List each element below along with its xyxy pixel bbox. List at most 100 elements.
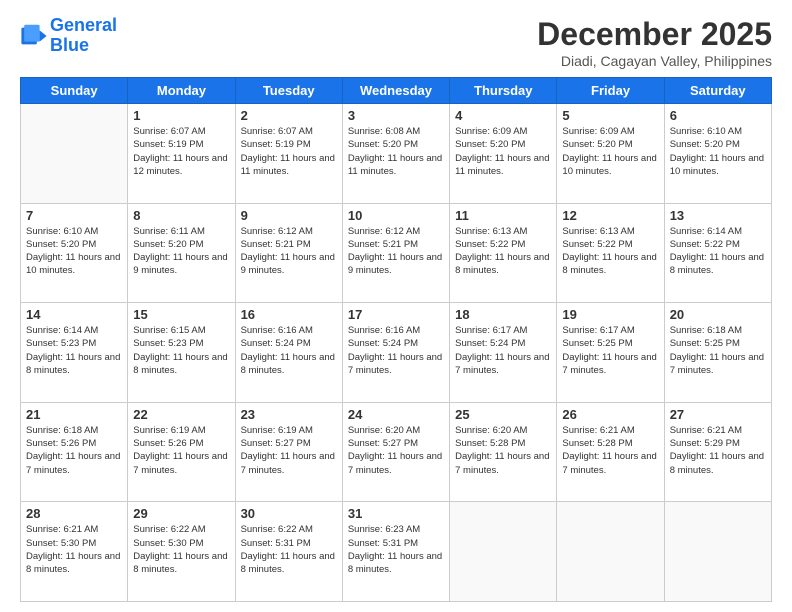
day-number: 11: [455, 208, 551, 223]
day-number: 17: [348, 307, 444, 322]
logo-line1: General: [50, 15, 117, 35]
day-info: Sunrise: 6:16 AM Sunset: 5:24 PM Dayligh…: [241, 324, 337, 377]
logo-line2: Blue: [50, 35, 89, 55]
day-cell: 14 Sunrise: 6:14 AM Sunset: 5:23 PM Dayli…: [21, 303, 128, 403]
day-info: Sunrise: 6:12 AM Sunset: 5:21 PM Dayligh…: [241, 225, 337, 278]
day-cell: 7 Sunrise: 6:10 AM Sunset: 5:20 PM Daylig…: [21, 203, 128, 303]
day-number: 18: [455, 307, 551, 322]
week-row-4: 28 Sunrise: 6:21 AM Sunset: 5:30 PM Dayli…: [21, 502, 772, 602]
day-cell: 18Sunrise: 6:17 AM Sunset: 5:24 PM Dayli…: [450, 303, 557, 403]
day-number: 14: [26, 307, 122, 322]
day-info: Sunrise: 6:18 AM Sunset: 5:25 PM Dayligh…: [670, 324, 766, 377]
calendar-table: SundayMondayTuesdayWednesdayThursdayFrid…: [20, 77, 772, 602]
day-info: Sunrise: 6:10 AM Sunset: 5:20 PM Dayligh…: [26, 225, 122, 278]
day-cell: 5 Sunrise: 6:09 AM Sunset: 5:20 PM Daylig…: [557, 104, 664, 204]
day-number: 9: [241, 208, 337, 223]
day-info: Sunrise: 6:09 AM Sunset: 5:20 PM Dayligh…: [562, 125, 658, 178]
day-info: Sunrise: 6:17 AM Sunset: 5:25 PM Dayligh…: [562, 324, 658, 377]
day-info: Sunrise: 6:07 AM Sunset: 5:19 PM Dayligh…: [241, 125, 337, 178]
day-cell: 19 Sunrise: 6:17 AM Sunset: 5:25 PM Dayli…: [557, 303, 664, 403]
day-number: 15: [133, 307, 229, 322]
day-info: Sunrise: 6:08 AM Sunset: 5:20 PM Dayligh…: [348, 125, 444, 178]
day-cell: 29 Sunrise: 6:22 AM Sunset: 5:30 PM Dayli…: [128, 502, 235, 602]
page: General Blue December 2025 Diadi, Cagaya…: [0, 0, 792, 612]
day-info: Sunrise: 6:19 AM Sunset: 5:26 PM Dayligh…: [133, 424, 229, 477]
day-number: 8: [133, 208, 229, 223]
day-header-saturday: Saturday: [664, 78, 771, 104]
main-title: December 2025: [537, 16, 772, 53]
day-cell: 24 Sunrise: 6:20 AM Sunset: 5:27 PM Dayli…: [342, 402, 449, 502]
day-number: 21: [26, 407, 122, 422]
day-cell: 17 Sunrise: 6:16 AM Sunset: 5:24 PM Dayli…: [342, 303, 449, 403]
day-header-friday: Friday: [557, 78, 664, 104]
day-number: 23: [241, 407, 337, 422]
day-number: 24: [348, 407, 444, 422]
week-row-2: 14 Sunrise: 6:14 AM Sunset: 5:23 PM Dayli…: [21, 303, 772, 403]
day-number: 7: [26, 208, 122, 223]
day-info: Sunrise: 6:10 AM Sunset: 5:20 PM Dayligh…: [670, 125, 766, 178]
day-cell: 31Sunrise: 6:23 AM Sunset: 5:31 PM Dayli…: [342, 502, 449, 602]
day-cell: 22 Sunrise: 6:19 AM Sunset: 5:26 PM Dayli…: [128, 402, 235, 502]
day-cell: 11 Sunrise: 6:13 AM Sunset: 5:22 PM Dayli…: [450, 203, 557, 303]
day-info: Sunrise: 6:16 AM Sunset: 5:24 PM Dayligh…: [348, 324, 444, 377]
day-header-monday: Monday: [128, 78, 235, 104]
day-number: 25: [455, 407, 551, 422]
day-cell: 23 Sunrise: 6:19 AM Sunset: 5:27 PM Dayli…: [235, 402, 342, 502]
day-number: 6: [670, 108, 766, 123]
day-number: 10: [348, 208, 444, 223]
day-info: Sunrise: 6:21 AM Sunset: 5:28 PM Dayligh…: [562, 424, 658, 477]
day-number: 29: [133, 506, 229, 521]
day-cell: 6 Sunrise: 6:10 AM Sunset: 5:20 PM Daylig…: [664, 104, 771, 204]
day-cell: 3 Sunrise: 6:08 AM Sunset: 5:20 PM Daylig…: [342, 104, 449, 204]
day-number: 3: [348, 108, 444, 123]
day-info: Sunrise: 6:20 AM Sunset: 5:27 PM Dayligh…: [348, 424, 444, 477]
day-cell: [664, 502, 771, 602]
day-number: 4: [455, 108, 551, 123]
week-row-1: 7 Sunrise: 6:10 AM Sunset: 5:20 PM Daylig…: [21, 203, 772, 303]
day-info: Sunrise: 6:13 AM Sunset: 5:22 PM Dayligh…: [455, 225, 551, 278]
day-number: 22: [133, 407, 229, 422]
day-info: Sunrise: 6:09 AM Sunset: 5:20 PM Dayligh…: [455, 125, 551, 178]
day-info: Sunrise: 6:13 AM Sunset: 5:22 PM Dayligh…: [562, 225, 658, 278]
logo: General Blue: [20, 16, 117, 56]
day-info: Sunrise: 6:21 AM Sunset: 5:30 PM Dayligh…: [26, 523, 122, 576]
logo-text: General Blue: [50, 16, 117, 56]
day-cell: 16Sunrise: 6:16 AM Sunset: 5:24 PM Dayli…: [235, 303, 342, 403]
day-cell: 27Sunrise: 6:21 AM Sunset: 5:29 PM Dayli…: [664, 402, 771, 502]
day-cell: 30Sunrise: 6:22 AM Sunset: 5:31 PM Dayli…: [235, 502, 342, 602]
week-row-0: 1 Sunrise: 6:07 AM Sunset: 5:19 PM Daylig…: [21, 104, 772, 204]
day-info: Sunrise: 6:18 AM Sunset: 5:26 PM Dayligh…: [26, 424, 122, 477]
day-header-wednesday: Wednesday: [342, 78, 449, 104]
day-info: Sunrise: 6:07 AM Sunset: 5:19 PM Dayligh…: [133, 125, 229, 178]
day-info: Sunrise: 6:19 AM Sunset: 5:27 PM Dayligh…: [241, 424, 337, 477]
day-cell: [557, 502, 664, 602]
header: General Blue December 2025 Diadi, Cagaya…: [20, 16, 772, 69]
day-cell: 4 Sunrise: 6:09 AM Sunset: 5:20 PM Daylig…: [450, 104, 557, 204]
day-cell: 1 Sunrise: 6:07 AM Sunset: 5:19 PM Daylig…: [128, 104, 235, 204]
day-cell: 15Sunrise: 6:15 AM Sunset: 5:23 PM Dayli…: [128, 303, 235, 403]
day-info: Sunrise: 6:20 AM Sunset: 5:28 PM Dayligh…: [455, 424, 551, 477]
day-cell: 10Sunrise: 6:12 AM Sunset: 5:21 PM Dayli…: [342, 203, 449, 303]
day-cell: 8 Sunrise: 6:11 AM Sunset: 5:20 PM Daylig…: [128, 203, 235, 303]
day-cell: [21, 104, 128, 204]
title-block: December 2025 Diadi, Cagayan Valley, Phi…: [537, 16, 772, 69]
day-cell: 2 Sunrise: 6:07 AM Sunset: 5:19 PM Daylig…: [235, 104, 342, 204]
day-info: Sunrise: 6:22 AM Sunset: 5:30 PM Dayligh…: [133, 523, 229, 576]
day-number: 19: [562, 307, 658, 322]
day-info: Sunrise: 6:23 AM Sunset: 5:31 PM Dayligh…: [348, 523, 444, 576]
day-header-tuesday: Tuesday: [235, 78, 342, 104]
day-number: 12: [562, 208, 658, 223]
day-cell: 28 Sunrise: 6:21 AM Sunset: 5:30 PM Dayli…: [21, 502, 128, 602]
day-number: 26: [562, 407, 658, 422]
day-number: 28: [26, 506, 122, 521]
day-info: Sunrise: 6:11 AM Sunset: 5:20 PM Dayligh…: [133, 225, 229, 278]
day-cell: 25 Sunrise: 6:20 AM Sunset: 5:28 PM Dayli…: [450, 402, 557, 502]
day-cell: 9 Sunrise: 6:12 AM Sunset: 5:21 PM Daylig…: [235, 203, 342, 303]
day-number: 1: [133, 108, 229, 123]
day-cell: 20Sunrise: 6:18 AM Sunset: 5:25 PM Dayli…: [664, 303, 771, 403]
day-number: 2: [241, 108, 337, 123]
day-info: Sunrise: 6:21 AM Sunset: 5:29 PM Dayligh…: [670, 424, 766, 477]
day-info: Sunrise: 6:14 AM Sunset: 5:23 PM Dayligh…: [26, 324, 122, 377]
day-number: 5: [562, 108, 658, 123]
day-number: 30: [241, 506, 337, 521]
